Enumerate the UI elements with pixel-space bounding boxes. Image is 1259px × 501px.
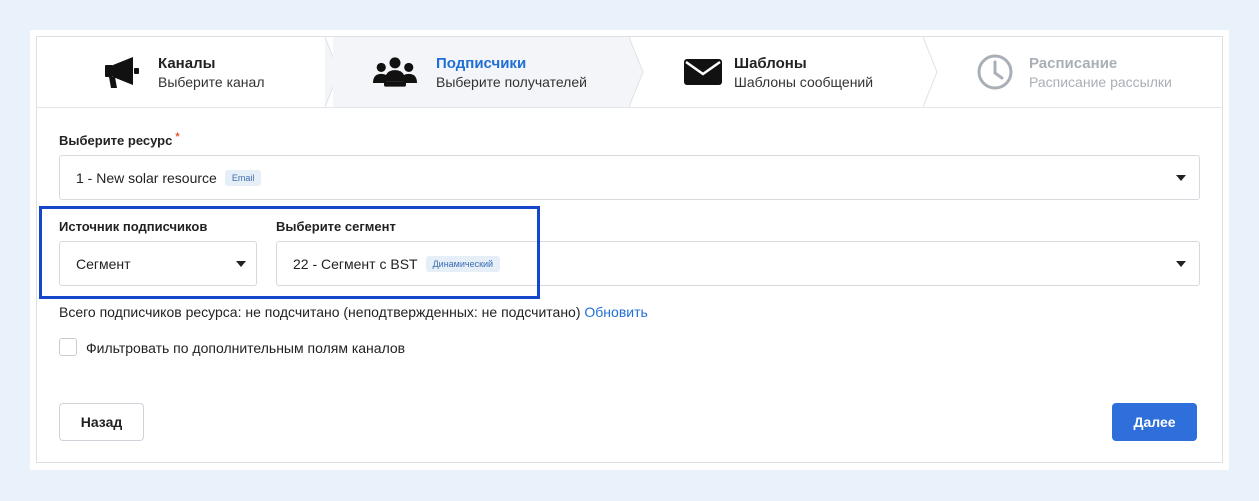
resource-value-text: 1 - New solar resource (76, 170, 217, 186)
envelope-icon (681, 54, 725, 90)
segment-value-text: 22 - Сегмент с BST (293, 256, 418, 272)
chevron-down-icon (1176, 261, 1186, 267)
segment-value: 22 - Сегмент с BST Динамический (293, 256, 501, 273)
step-subtitle: Выберите получателей (436, 74, 587, 90)
step-templates[interactable]: Шаблоны Шаблоны сообщений (645, 37, 925, 107)
step-subtitle: Выберите канал (158, 74, 265, 90)
segment-type-badge: Динамический (425, 256, 501, 273)
resource-select[interactable]: 1 - New solar resource Email (59, 155, 1200, 200)
step-channels[interactable]: Каналы Выберите канал (37, 37, 333, 107)
step-title: Подписчики (436, 55, 527, 72)
step-subtitle: Расписание рассылки (1029, 74, 1172, 90)
back-button[interactable]: Назад (59, 403, 144, 441)
filter-checkbox-label[interactable]: Фильтровать по дополнительным полям кана… (86, 340, 405, 356)
megaphone-icon (101, 54, 145, 90)
required-mark: * (175, 131, 180, 143)
step-subtitle: Шаблоны сообщений (734, 74, 874, 90)
chevron-down-icon (236, 261, 246, 267)
resource-channel-badge: Email (224, 170, 262, 187)
step-schedule[interactable]: Расписание Расписание рассылки (939, 37, 1222, 107)
source-select[interactable]: Сегмент (59, 241, 257, 286)
filter-checkbox[interactable] (59, 338, 77, 356)
wizard-steps: Каналы Выберите канал Подписчики Выберит… (37, 37, 1222, 108)
step-title: Каналы (158, 55, 216, 72)
wizard-panel: Каналы Выберите канал Подписчики Выберит… (36, 36, 1223, 463)
segment-label: Выберите сегмент (276, 219, 396, 234)
step-title: Расписание (1029, 55, 1118, 72)
step-title: Шаблоны (734, 55, 807, 72)
users-icon (373, 54, 417, 90)
step-separator (923, 37, 938, 107)
subscribers-info: Всего подписчиков ресурса: не подсчитано… (59, 304, 648, 320)
next-button[interactable]: Далее (1112, 403, 1197, 441)
subscribers-info-text: Всего подписчиков ресурса: не подсчитано… (59, 304, 581, 320)
segment-select[interactable]: 22 - Сегмент с BST Динамический (276, 241, 1200, 286)
refresh-link[interactable]: Обновить (584, 304, 647, 320)
clock-icon (973, 54, 1017, 90)
source-value: Сегмент (76, 256, 131, 272)
resource-value: 1 - New solar resource Email (76, 170, 262, 187)
step-subscribers[interactable]: Подписчики Выберите получателей (333, 37, 629, 107)
chevron-down-icon (1176, 175, 1186, 181)
source-label: Источник подписчиков (59, 219, 208, 234)
resource-label-text: Выберите ресурс (59, 133, 173, 148)
resource-label: Выберите ресурс * (59, 131, 180, 148)
step-separator (629, 37, 644, 107)
wizard-card: Каналы Выберите канал Подписчики Выберит… (30, 30, 1229, 470)
